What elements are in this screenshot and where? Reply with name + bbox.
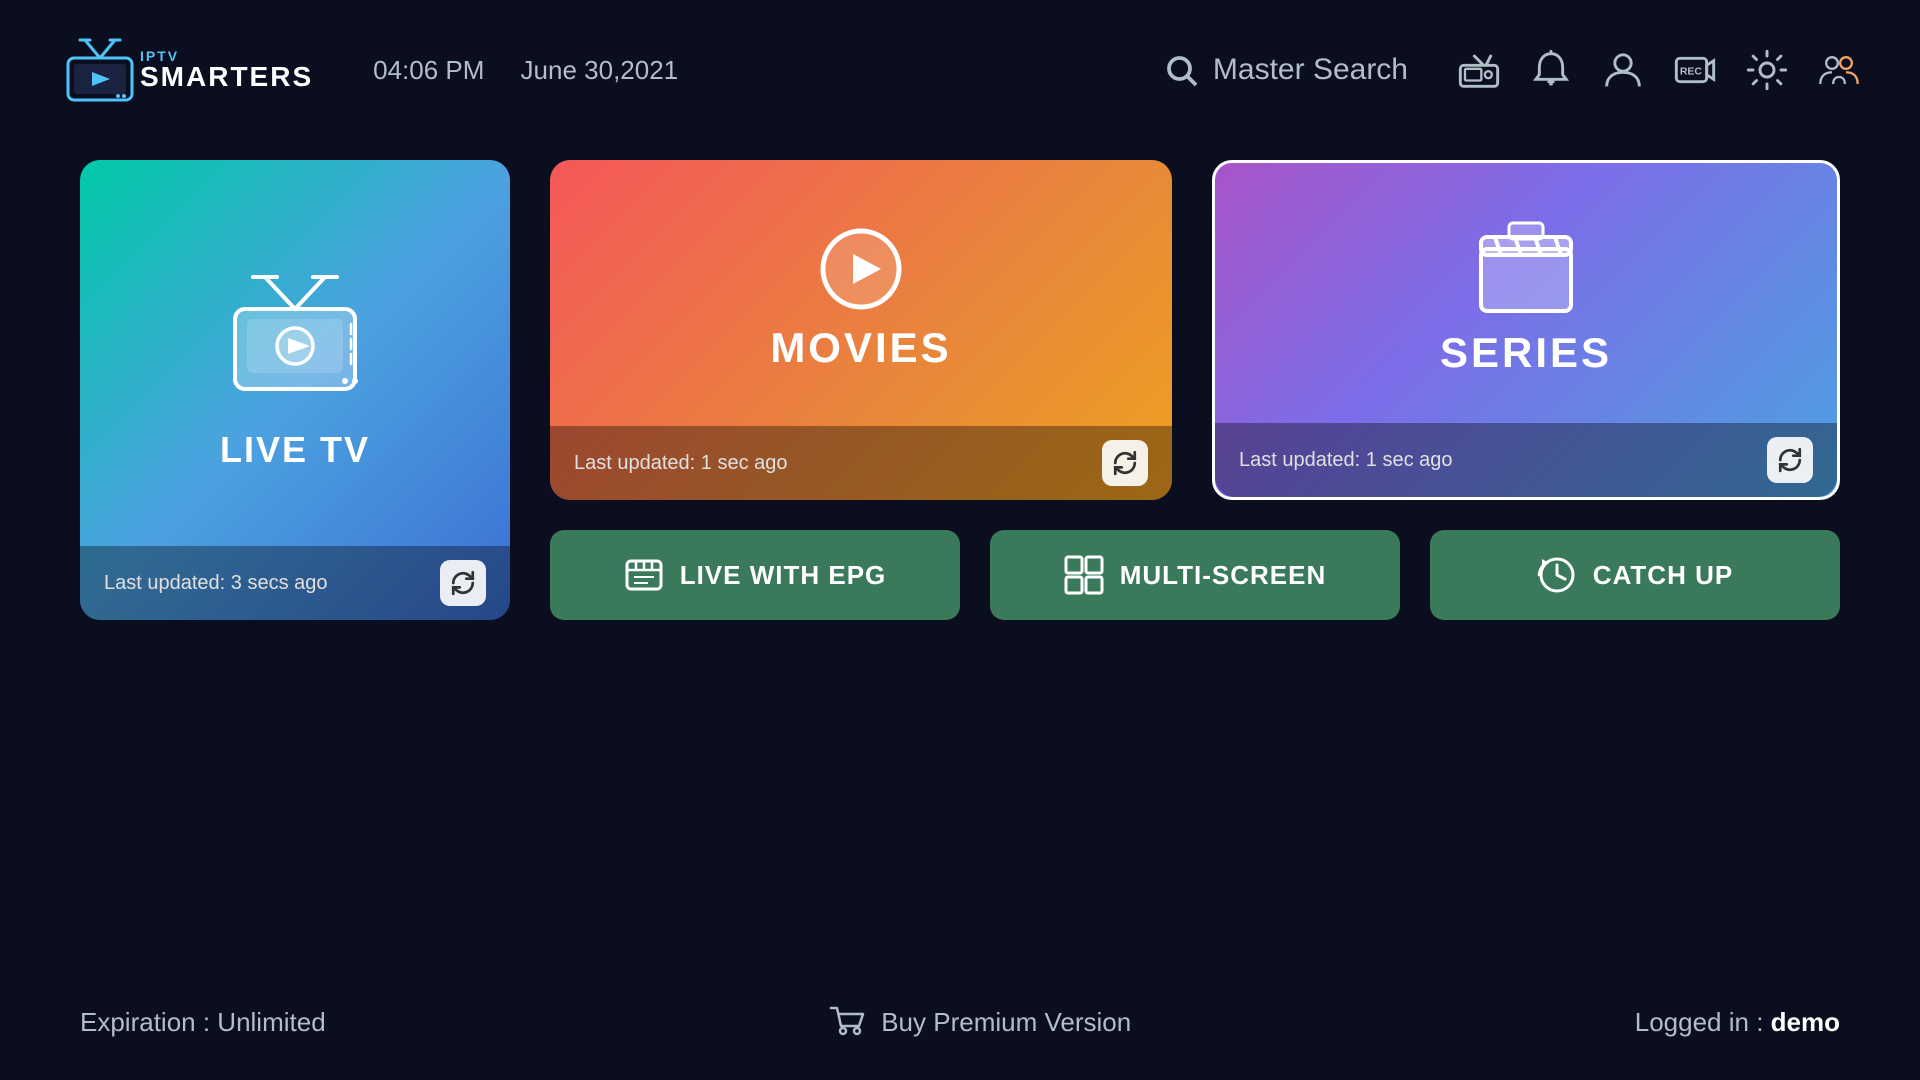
cards-row: LIVE TV Last updated: 3 secs ago bbox=[80, 160, 1840, 620]
main-content: LIVE TV Last updated: 3 secs ago bbox=[0, 140, 1920, 640]
live-tv-update: Last updated: 3 secs ago bbox=[104, 572, 328, 595]
multi-screen-icon bbox=[1064, 555, 1104, 595]
top-cards-row: MOVIES Last updated: 1 sec ago bbox=[550, 160, 1840, 500]
logged-in-user: demo bbox=[1771, 1007, 1840, 1037]
buy-premium-label: Buy Premium Version bbox=[881, 1007, 1131, 1038]
movies-refresh-button[interactable] bbox=[1102, 440, 1148, 486]
logged-in-area: Logged in : demo bbox=[1635, 1007, 1840, 1038]
live-tv-card[interactable]: LIVE TV Last updated: 3 secs ago bbox=[80, 160, 510, 620]
header-icons: REC bbox=[1458, 49, 1860, 91]
search-bar[interactable]: Master Search bbox=[1163, 52, 1408, 88]
logo-smarters: SMARTERS bbox=[140, 63, 313, 91]
multi-screen-label: MULTI-SCREEN bbox=[1120, 560, 1327, 591]
expiration-area: Expiration : Unlimited bbox=[80, 1007, 326, 1038]
movies-footer: Last updated: 1 sec ago bbox=[550, 426, 1172, 500]
record-icon[interactable]: REC bbox=[1674, 49, 1716, 91]
radio-icon[interactable] bbox=[1458, 49, 1500, 91]
search-icon bbox=[1163, 52, 1199, 88]
header: IPTV SMARTERS 04:06 PM June 30,2021 Mast… bbox=[0, 0, 1920, 140]
movies-title: MOVIES bbox=[770, 324, 951, 372]
epg-icon bbox=[624, 555, 664, 595]
series-card[interactable]: SERIES Last updated: 1 sec ago bbox=[1212, 160, 1840, 500]
movies-content: MOVIES bbox=[550, 160, 1172, 435]
time-display: 04:06 PM bbox=[373, 55, 484, 85]
series-footer: Last updated: 1 sec ago bbox=[1215, 423, 1837, 497]
expiration-label: Expiration : bbox=[80, 1007, 217, 1037]
series-title: SERIES bbox=[1440, 329, 1612, 377]
refresh-icon bbox=[450, 570, 476, 596]
refresh-icon bbox=[1112, 450, 1138, 476]
right-column: MOVIES Last updated: 1 sec ago bbox=[550, 160, 1840, 620]
live-tv-icon bbox=[215, 269, 375, 409]
datetime: 04:06 PM June 30,2021 bbox=[373, 55, 678, 86]
logged-in-label: Logged in : bbox=[1635, 1007, 1771, 1037]
series-content: SERIES bbox=[1215, 163, 1837, 432]
cart-icon bbox=[829, 1004, 865, 1040]
live-tv-refresh-button[interactable] bbox=[440, 560, 486, 606]
live-tv-footer: Last updated: 3 secs ago bbox=[80, 546, 510, 620]
refresh-icon bbox=[1777, 447, 1803, 473]
live-epg-button[interactable]: LIVE WITH EPG bbox=[550, 530, 960, 620]
footer: Expiration : Unlimited Buy Premium Versi… bbox=[0, 1004, 1920, 1040]
live-epg-label: LIVE WITH EPG bbox=[680, 560, 887, 591]
movies-icon bbox=[816, 224, 906, 314]
live-tv-title: LIVE TV bbox=[220, 429, 370, 471]
catch-up-icon bbox=[1537, 555, 1577, 595]
series-update: Last updated: 1 sec ago bbox=[1239, 449, 1453, 472]
logo[interactable]: IPTV SMARTERS bbox=[60, 30, 313, 110]
expiration-value: Unlimited bbox=[217, 1007, 325, 1037]
catch-up-button[interactable]: CATCH UP bbox=[1430, 530, 1840, 620]
search-label: Master Search bbox=[1213, 53, 1408, 87]
profile-switch-icon[interactable] bbox=[1818, 49, 1860, 91]
movies-card[interactable]: MOVIES Last updated: 1 sec ago bbox=[550, 160, 1172, 500]
catch-up-label: CATCH UP bbox=[1593, 560, 1733, 591]
svg-text:REC: REC bbox=[1680, 66, 1703, 78]
date-display: June 30,2021 bbox=[521, 55, 679, 85]
series-refresh-button[interactable] bbox=[1767, 437, 1813, 483]
multi-screen-button[interactable]: MULTI-SCREEN bbox=[990, 530, 1400, 620]
buy-premium-button[interactable]: Buy Premium Version bbox=[829, 1004, 1131, 1040]
series-icon bbox=[1471, 219, 1581, 319]
notification-icon[interactable] bbox=[1530, 49, 1572, 91]
live-tv-content: LIVE TV bbox=[80, 160, 510, 550]
bottom-btns-row: LIVE WITH EPG MULTI-SCREEN bbox=[550, 530, 1840, 620]
movies-update: Last updated: 1 sec ago bbox=[574, 452, 788, 475]
settings-icon[interactable] bbox=[1746, 49, 1788, 91]
user-icon[interactable] bbox=[1602, 49, 1644, 91]
